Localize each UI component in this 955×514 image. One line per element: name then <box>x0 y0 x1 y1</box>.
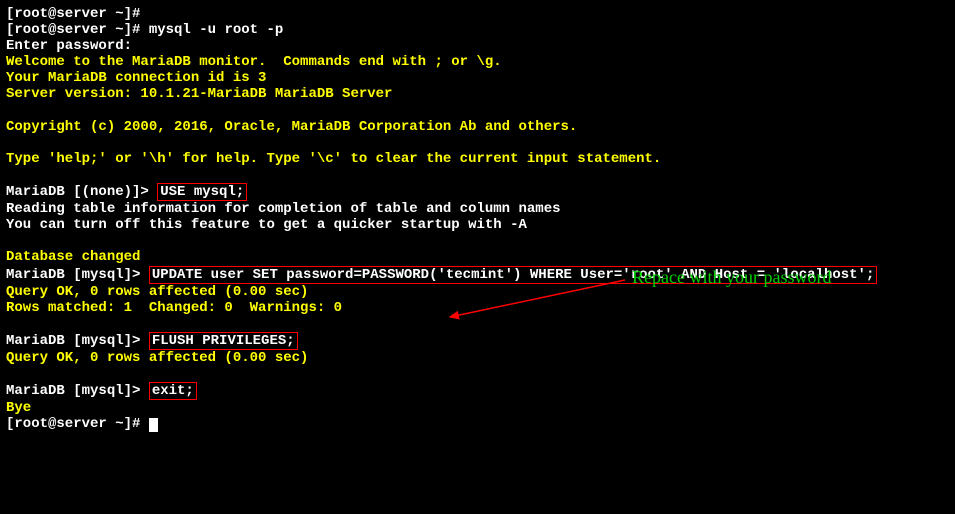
terminal-line[interactable]: [root@server ~]# <box>6 416 949 432</box>
terminal-output: Your MariaDB connection id is 3 <box>6 70 949 86</box>
terminal-line: [root@server ~]# <box>6 6 949 22</box>
blank-line <box>6 167 949 183</box>
command-text: mysql -u root -p <box>149 22 283 38</box>
terminal-line: MariaDB [mysql]> exit; <box>6 382 949 400</box>
db-prompt: MariaDB [(none)]> <box>6 184 157 200</box>
terminal-output: Bye <box>6 400 949 416</box>
highlighted-command-use: USE mysql; <box>157 183 247 201</box>
terminal-line: MariaDB [(none)]> USE mysql; <box>6 183 949 201</box>
db-prompt: MariaDB [mysql]> <box>6 383 149 399</box>
blank-line <box>6 103 949 119</box>
annotation-text: Repace with your password <box>632 267 831 288</box>
highlighted-command-exit: exit; <box>149 382 197 400</box>
terminal-line: Enter password: <box>6 38 949 54</box>
shell-prompt: [root@server ~]# <box>6 22 149 38</box>
db-prompt: MariaDB [mysql]> <box>6 267 149 283</box>
terminal-output: Type 'help;' or '\h' for help. Type '\c'… <box>6 151 949 167</box>
highlighted-command-flush: FLUSH PRIVILEGES; <box>149 332 298 350</box>
terminal-output: Server version: 10.1.21-MariaDB MariaDB … <box>6 86 949 102</box>
terminal-output: Copyright (c) 2000, 2016, Oracle, MariaD… <box>6 119 949 135</box>
shell-prompt: [root@server ~]# <box>6 416 149 432</box>
blank-line <box>6 366 949 382</box>
blank-line <box>6 233 949 249</box>
terminal-line: [root@server ~]# mysql -u root -p <box>6 22 949 38</box>
terminal-output: Rows matched: 1 Changed: 0 Warnings: 0 <box>6 300 949 316</box>
blank-line <box>6 135 949 151</box>
terminal-output: Database changed <box>6 249 949 265</box>
db-prompt: MariaDB [mysql]> <box>6 333 149 349</box>
terminal-output: Welcome to the MariaDB monitor. Commands… <box>6 54 949 70</box>
shell-prompt: [root@server ~]# <box>6 6 149 22</box>
terminal-output: You can turn off this feature to get a q… <box>6 217 949 233</box>
terminal-line: MariaDB [mysql]> FLUSH PRIVILEGES; <box>6 332 949 350</box>
cursor <box>149 418 158 432</box>
terminal-output: Query OK, 0 rows affected (0.00 sec) <box>6 350 949 366</box>
terminal-output: Reading table information for completion… <box>6 201 949 217</box>
blank-line <box>6 316 949 332</box>
